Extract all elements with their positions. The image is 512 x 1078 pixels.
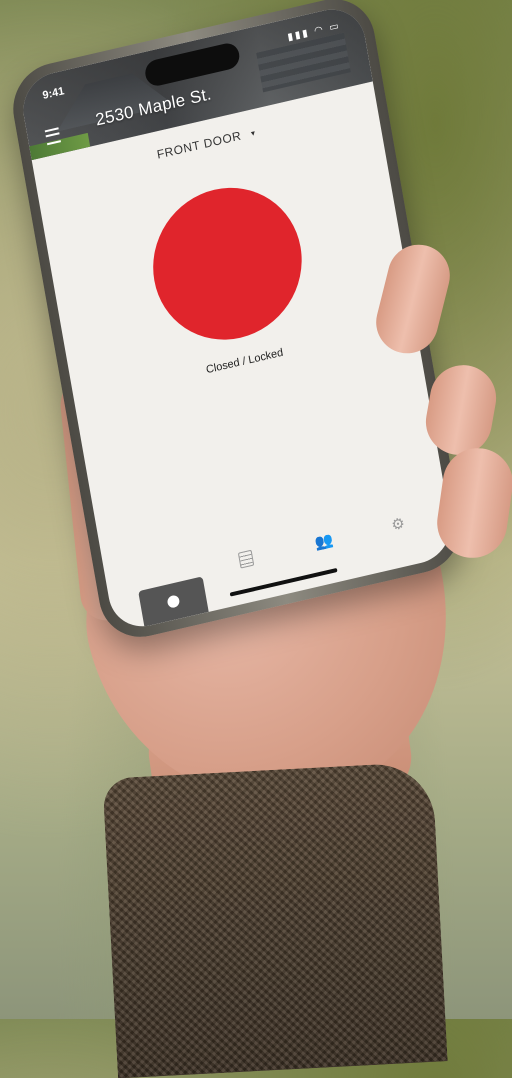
list-icon <box>237 549 255 569</box>
activity-log-tab[interactable] <box>222 541 269 577</box>
menu-icon[interactable] <box>44 127 61 146</box>
lock-toggle-button[interactable] <box>141 172 314 355</box>
chevron-down-icon: ▾ <box>250 128 257 139</box>
dynamic-island <box>143 40 242 89</box>
door-selector-label: FRONT DOOR <box>155 128 243 162</box>
home-dot-icon <box>166 594 181 609</box>
gear-icon: ⚙ <box>390 514 407 535</box>
users-icon: 👥 <box>313 531 335 553</box>
house-photo-header: 9:41 ▮▮▮ ◠ ▭ 2530 Maple St. <box>17 2 373 161</box>
battery-icon: ▭ <box>328 20 342 34</box>
status-time: 9:41 <box>41 85 66 102</box>
garage-door <box>256 32 351 93</box>
wifi-icon: ◠ <box>313 23 326 38</box>
jacket-sleeve <box>102 761 448 1078</box>
users-tab[interactable]: 👥 <box>300 523 347 559</box>
settings-tab[interactable]: ⚙ <box>374 506 421 542</box>
photo-scene: 9:41 ▮▮▮ ◠ ▭ 2530 Maple St. FRONT DOOR ▾… <box>0 0 512 1078</box>
